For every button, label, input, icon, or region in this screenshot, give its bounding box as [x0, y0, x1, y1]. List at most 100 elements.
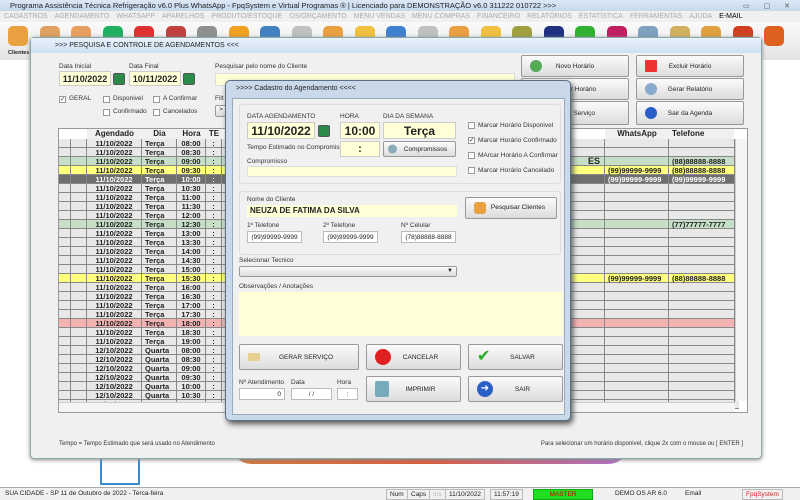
cell-whatsapp: (99)99999-9999 [605, 166, 669, 175]
cell-marker [71, 328, 87, 337]
cell-marker [71, 238, 87, 247]
pesquisar-clientes-button[interactable]: Pesquisar Clientes [465, 197, 557, 219]
calendar-icon[interactable] [113, 73, 125, 85]
menu-item-e-mail[interactable]: E-MAIL [719, 13, 742, 20]
toolbar-clientes-label[interactable]: Clientes [8, 50, 29, 56]
salvar-button[interactable]: ✔ SALVAR [468, 344, 563, 370]
data2-input[interactable]: / / [291, 388, 332, 400]
col-agendado[interactable]: Agendado [87, 129, 142, 139]
cell-phone [669, 202, 735, 211]
filter-checkbox[interactable]: ✓ [59, 96, 66, 103]
cell-hour: 09:00 [177, 364, 206, 373]
compromisso-input[interactable] [247, 166, 457, 177]
filter-checkbox[interactable] [103, 96, 110, 103]
cell-marker [59, 202, 71, 211]
mark-checkbox[interactable] [468, 122, 475, 129]
filter-checkbox[interactable] [153, 109, 160, 116]
cell-day: Quarta [142, 373, 177, 382]
cell-marker [71, 220, 87, 229]
data-inicial-input[interactable]: 11/10/2022 [59, 71, 111, 86]
menu-item-cadastros[interactable]: CADASTROS [4, 13, 48, 20]
tempo-input[interactable]: : [340, 141, 380, 157]
hora-label: HORA [340, 113, 359, 120]
menu-item-relat-rios[interactable]: RELATÓRIOS [527, 13, 572, 20]
cell-te: : [206, 373, 222, 382]
novo-horario-button[interactable]: Novo Horário [521, 55, 629, 77]
cell-te: : [206, 175, 222, 184]
col-telefone[interactable]: Telefone [669, 129, 734, 139]
cell-marker [71, 211, 87, 220]
cliente-input[interactable]: NEUZA DE FATIMA DA SILVA [247, 205, 457, 217]
menu-item-whatsapp[interactable]: WHATSAPP [116, 13, 155, 20]
filter-checkbox[interactable] [153, 96, 160, 103]
cell-marker [59, 265, 71, 274]
cell-marker [59, 337, 71, 346]
imprimir-button[interactable]: IMPRIMIR [366, 376, 461, 402]
filter-checkbox[interactable] [103, 109, 110, 116]
status-email[interactable]: Email [682, 489, 704, 500]
vertical-scrollbar[interactable] [735, 139, 747, 401]
toolbar-icon[interactable] [764, 26, 784, 46]
menu-item-agendamento[interactable]: AGENDAMENTO [55, 13, 110, 20]
menu-item-produto-estoque[interactable]: PRODUTO/ESTOQUE [211, 13, 282, 20]
cell-hour: 18:30 [177, 328, 206, 337]
cell-te: : [206, 247, 222, 256]
calendar-icon[interactable] [318, 125, 330, 137]
menu-item-aparelhos[interactable]: APARELHOS [162, 13, 204, 20]
hora-input[interactable]: 10:00 [340, 122, 380, 139]
tecnico-select[interactable]: ▼ [239, 266, 457, 277]
cell-marker [71, 283, 87, 292]
cell-marker [71, 265, 87, 274]
tel2-input[interactable]: (99)99999-9999 [323, 231, 378, 243]
menu-item-ferramentas[interactable]: FERRAMENTAS [630, 13, 682, 20]
compromissos-button[interactable]: Compromissos [383, 141, 456, 157]
menu-item-estat-stica[interactable]: ESTATÍSTICA [579, 13, 623, 20]
cell-date: 11/10/2022 [87, 238, 142, 247]
cell-date: 11/10/2022 [87, 265, 142, 274]
mark-checkbox[interactable] [468, 152, 475, 159]
col-whatsapp[interactable]: WhatsApp [605, 129, 669, 139]
cancelar-button[interactable]: CANCELAR [366, 344, 461, 370]
cell-te: : [206, 265, 222, 274]
gerar-relatorio-button[interactable]: Gerar Relatório [636, 78, 744, 100]
tel1-input[interactable]: (99)99999-9999 [247, 231, 302, 243]
delete-icon [645, 60, 657, 72]
obs-textarea[interactable] [239, 292, 563, 336]
people-icon [474, 202, 486, 214]
status-num: Num [386, 489, 408, 500]
cell-date: 11/10/2022 [87, 166, 142, 175]
agenda-title: >>> PESQUISA E CONTROLE DE AGENDAMENTOS … [31, 38, 761, 53]
menu-item-financeiro[interactable]: FINANCEIRO [477, 13, 520, 20]
sair-agenda-button[interactable]: Sair da Agenda [636, 101, 744, 125]
menu-item-menu-compras[interactable]: MENU COMPRAS [412, 13, 470, 20]
status-user: MASTER [533, 489, 593, 500]
col-hora[interactable]: Hora [177, 129, 206, 139]
data-final-input[interactable]: 10/11/2022 [129, 71, 181, 86]
menu-item-ajuda[interactable]: AJUDA [689, 13, 712, 20]
col-te[interactable]: TE [206, 129, 222, 139]
sair-button[interactable]: ➜ SAIR [468, 376, 563, 402]
mark-checkbox[interactable]: ✓ [468, 137, 475, 144]
gerar-servico-dialog-button[interactable]: GERAR SERVIÇO [239, 344, 359, 370]
cell-day: Terça [142, 148, 177, 157]
pesquisar-clientes-label: Pesquisar Clientes [490, 204, 546, 211]
cell-te: : [206, 301, 222, 310]
atendimento-input[interactable]: 0 [239, 388, 285, 400]
mark-checkbox[interactable] [468, 167, 475, 174]
cell-date: 12/10/2022 [87, 355, 142, 364]
col-dia[interactable]: Dia [142, 129, 177, 139]
cell-whatsapp [605, 373, 669, 382]
menu-item-os-or-amento[interactable]: OS/ORÇAMENTO [289, 13, 346, 20]
cell-day: Terça [142, 292, 177, 301]
cel-input[interactable]: (78)88888-8888 [401, 231, 456, 243]
toolbar-icon[interactable] [8, 26, 28, 46]
cell-day: Terça [142, 310, 177, 319]
excluir-horario-button[interactable]: Excluir Horário [636, 55, 744, 77]
cell-phone: (88)88888-8888 [669, 166, 735, 175]
calendar-icon[interactable] [183, 73, 195, 85]
hora2-input[interactable]: : [337, 388, 358, 400]
cell-phone [669, 355, 735, 364]
data-agendamento-input[interactable]: 11/10/2022 [247, 122, 315, 139]
cell-marker [71, 292, 87, 301]
menu-item-menu-vendas[interactable]: MENU VENDAS [354, 13, 405, 20]
